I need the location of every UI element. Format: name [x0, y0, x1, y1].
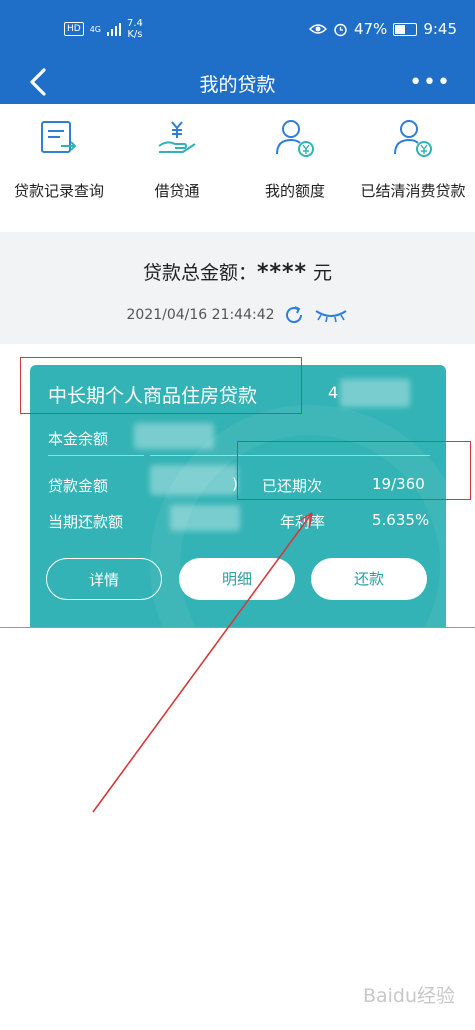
watermark: Baidu经验 — [362, 985, 455, 1007]
annotation-arrow — [92, 512, 313, 813]
